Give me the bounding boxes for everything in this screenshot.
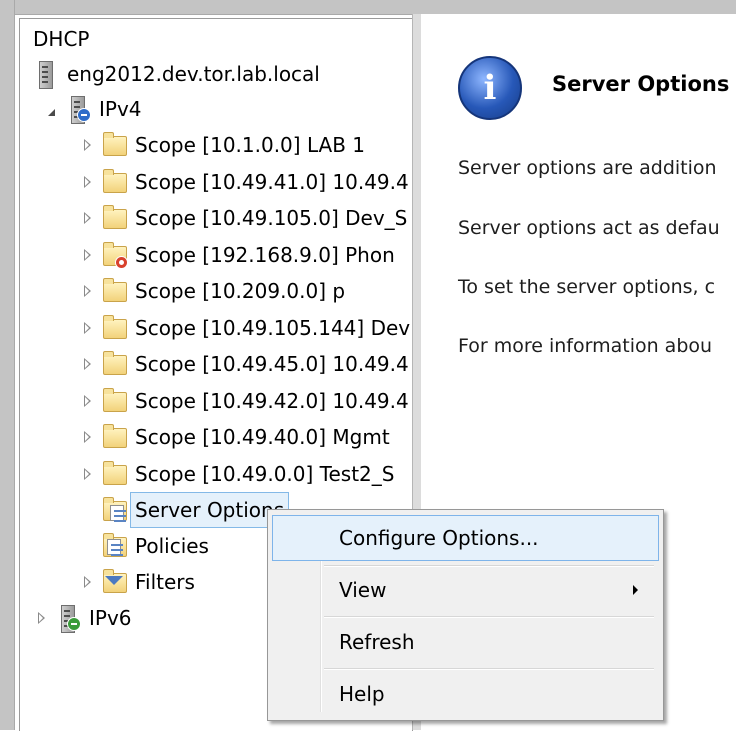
ipv6-label: IPv6 [89,606,132,630]
tree-item-scope[interactable]: Scope [10.49.0.0] Test2_S [79,457,394,491]
menu-item-view[interactable]: View [273,568,658,612]
details-paragraph: Server options act as defau [458,217,720,239]
expand-arrow-icon[interactable] [79,128,95,162]
filter-icon [101,569,127,595]
details-paragraph: Server options are addition [458,157,717,179]
scope-label: Scope [10.49.40.0] Mgmt [135,425,390,449]
tree-item-server-options[interactable]: Server Options [79,492,290,528]
folder-icon [101,424,127,450]
scope-label: Scope [10.49.105.0] Dev_S [135,206,408,230]
expand-arrow-icon[interactable] [79,384,95,418]
tree-item-scope[interactable]: Scope [10.49.41.0] 10.49.4 [79,165,409,199]
menu-item-refresh[interactable]: Refresh [273,620,658,664]
folder-icon [101,460,127,487]
submenu-arrow-icon [633,585,638,595]
tree-item-scope[interactable]: Scope [10.49.105.0] Dev_S [79,201,407,235]
ipv6-server-icon [55,605,81,633]
expand-arrow-icon[interactable] [79,274,95,308]
tree-root-dhcp[interactable]: DHCP [33,22,89,56]
policies-label: Policies [135,534,209,558]
folder-icon [101,351,127,377]
expand-arrow-icon[interactable] [33,601,49,635]
server-options-label: Server Options [129,492,290,528]
server-label: eng2012.dev.tor.lab.local [67,62,320,86]
ipv4-label: IPv4 [99,97,142,121]
folder-icon [101,278,127,304]
menu-item-label: Configure Options... [339,526,539,550]
server-icon [33,61,59,89]
expand-arrow-icon[interactable] [79,201,95,235]
folder-icon [101,387,127,414]
scope-label: Scope [10.49.0.0] Test2_S [135,461,395,486]
expand-arrow-icon[interactable] [79,565,95,599]
expand-arrow-icon[interactable] [79,347,95,381]
menu-item-help[interactable]: Help [273,672,658,716]
tree-item-ipv6[interactable]: IPv6 [33,601,132,635]
window-frame-left [0,0,15,730]
tree-item-server[interactable]: eng2012.dev.tor.lab.local [33,57,320,91]
options-folder-icon [101,497,127,523]
folder-icon [101,205,127,231]
tree-item-filters[interactable]: Filters [79,565,195,599]
tree-item-scope[interactable]: Scope [10.49.105.144] Dev [79,311,410,345]
folder-icon [101,314,127,341]
tree-item-policies[interactable]: Policies [79,529,209,563]
window-frame-top [0,0,736,15]
policies-icon [101,533,127,559]
scope-label: Scope [10.49.45.0] 10.49.4 [135,352,409,376]
details-paragraph: To set the server options, c [458,276,716,298]
menu-separator [324,616,654,618]
tree-item-ipv4[interactable]: IPv4 [43,92,142,126]
info-icon: i [458,56,522,120]
menu-separator [324,668,654,670]
tree-item-scope[interactable]: Scope [10.1.0.0] LAB 1 [79,128,365,162]
expand-arrow-icon[interactable] [79,165,95,199]
tree-item-scope[interactable]: Scope [10.49.45.0] 10.49.4 [79,347,409,381]
tree-item-scope[interactable]: Scope [10.49.42.0] 10.49.4 [79,384,409,418]
folder-icon [101,132,127,158]
menu-item-label: Refresh [339,630,415,654]
menu-separator [324,565,654,567]
folder-icon [101,168,127,195]
tree-item-scope[interactable]: Scope [192.168.9.0] Phon [79,238,395,272]
collapse-arrow-icon[interactable] [43,92,59,126]
scope-label: Scope [10.49.105.144] Dev [135,315,411,340]
scope-label: Scope [192.168.9.0] Phon [135,242,395,267]
menu-item-configure-options[interactable]: Configure Options... [272,515,659,561]
scope-label: Scope [10.1.0.0] LAB 1 [135,133,366,157]
tree-root-label: DHCP [33,27,90,51]
details-paragraph: For more information abou [458,335,713,357]
expand-arrow-icon[interactable] [79,311,95,345]
expand-arrow-icon[interactable] [79,420,95,454]
menu-item-label: View [339,578,387,602]
context-menu: Configure Options... View Refresh Help [267,509,664,721]
expand-arrow-icon[interactable] [79,238,95,272]
tree-item-scope[interactable]: Scope [10.209.0.0] p [79,274,345,308]
warning-badge-icon [115,255,128,269]
scope-label: Scope [10.49.42.0] 10.49.4 [135,388,409,413]
filters-label: Filters [135,570,195,594]
folder-icon [101,241,128,269]
scope-label: Scope [10.209.0.0] p [135,279,346,303]
scope-label: Scope [10.49.41.0] 10.49.4 [135,169,409,194]
tree-item-scope[interactable]: Scope [10.49.40.0] Mgmt [79,420,390,454]
menu-item-label: Help [339,682,385,706]
details-title: Server Options [552,72,730,96]
ipv4-server-icon [65,96,91,124]
expand-arrow-icon[interactable] [79,457,95,491]
